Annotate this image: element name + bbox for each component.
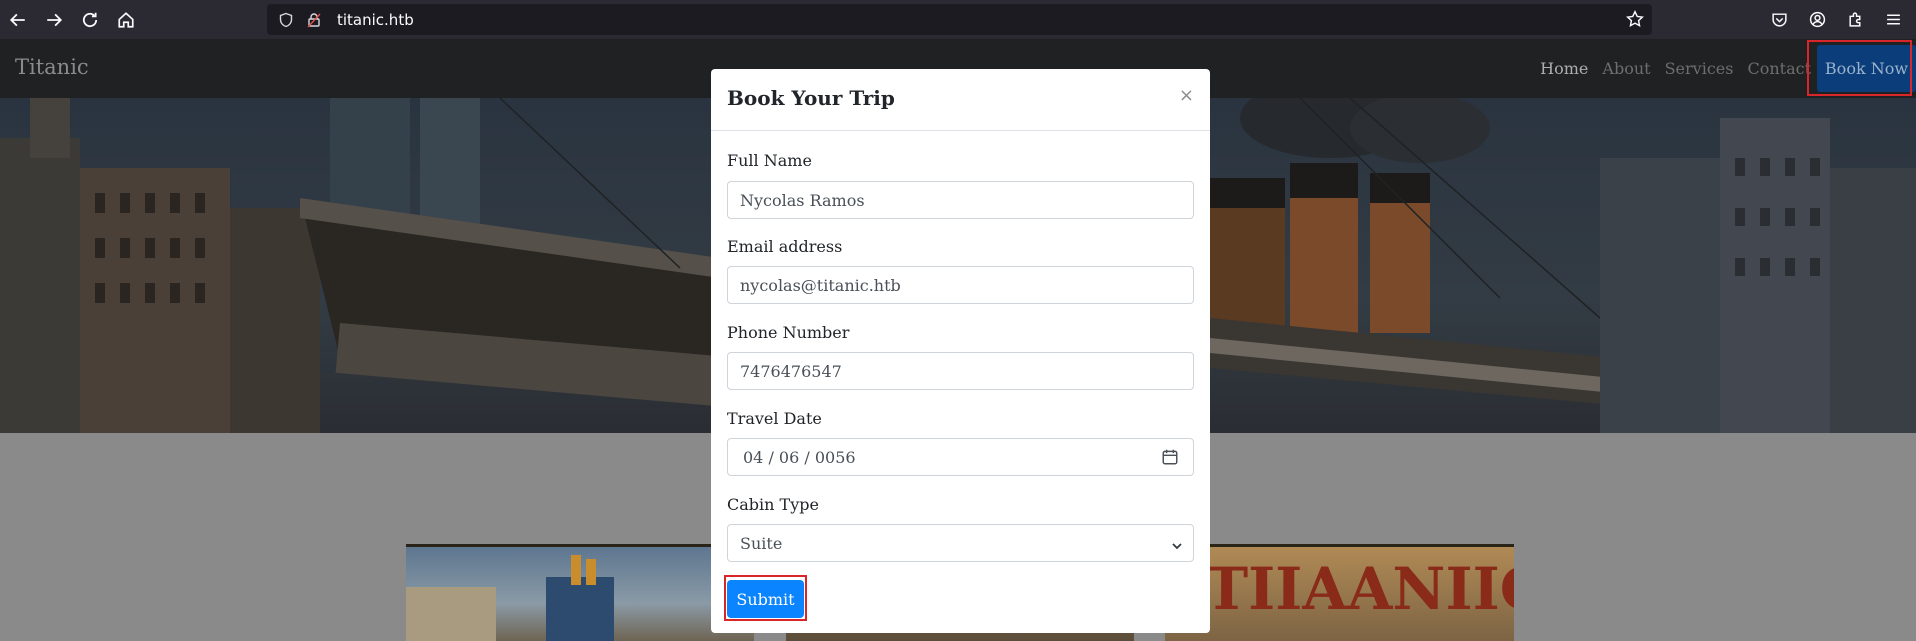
reload-icon	[82, 12, 98, 27]
modal-title: Book Your Trip	[727, 86, 895, 110]
extensions-button[interactable]	[1840, 5, 1870, 35]
full-name-label: Full Name	[727, 151, 812, 170]
forward-icon	[47, 13, 63, 26]
phone-value: 7476476547	[740, 361, 842, 381]
email-label: Email address	[727, 237, 843, 256]
lock-icon[interactable]	[305, 11, 323, 29]
shield-icon[interactable]	[277, 11, 295, 29]
travel-date-label: Travel Date	[727, 409, 822, 428]
email-input[interactable]: nycolas@titanic.htb	[727, 266, 1194, 304]
nav-links: Home About Services Contact Book Now	[1540, 39, 1916, 98]
phone-label: Phone Number	[727, 323, 850, 342]
nav-link-contact[interactable]: Contact	[1747, 59, 1811, 78]
calendar-icon[interactable]	[1161, 448, 1179, 466]
travel-date-input[interactable]: 04 / 06 / 0056	[727, 438, 1194, 476]
full-name-value: Nycolas Ramos	[740, 190, 865, 210]
back-button[interactable]	[0, 0, 36, 39]
cabin-type-value: Suite	[740, 533, 783, 553]
home-button[interactable]	[108, 0, 144, 39]
back-icon	[9, 13, 25, 26]
home-icon	[118, 11, 134, 28]
booking-modal: Book Your Trip × Full Name Nycolas Ramos…	[711, 69, 1210, 633]
cabin-type-select[interactable]: Suite	[727, 524, 1194, 562]
cabin-type-label: Cabin Type	[727, 495, 819, 514]
pocket-button[interactable]	[1764, 5, 1794, 35]
forward-button[interactable]	[36, 0, 72, 39]
menu-button[interactable]	[1878, 5, 1908, 35]
browser-toolbar: titanic.htb	[0, 0, 1916, 39]
close-icon[interactable]: ×	[1179, 85, 1194, 106]
account-icon	[1809, 11, 1825, 28]
phone-input[interactable]: 7476476547	[727, 352, 1194, 390]
chevron-down-icon	[1171, 537, 1183, 550]
url-text[interactable]: titanic.htb	[337, 11, 414, 29]
book-now-button[interactable]: Book Now	[1817, 45, 1916, 92]
nav-link-about[interactable]: About	[1602, 59, 1650, 78]
menu-icon	[1886, 14, 1900, 25]
nav-link-home[interactable]: Home	[1540, 59, 1588, 78]
extensions-icon	[1848, 12, 1860, 27]
star-icon[interactable]	[1626, 9, 1644, 28]
svg-text:TIIAANIIC: TIIAANIIC	[1205, 555, 1514, 623]
travel-date-value: 04 / 06 / 0056	[743, 447, 856, 467]
full-name-input[interactable]: Nycolas Ramos	[727, 181, 1194, 219]
modal-header: Book Your Trip ×	[711, 69, 1210, 131]
account-button[interactable]	[1802, 5, 1832, 35]
pocket-icon	[1771, 13, 1787, 27]
reload-button[interactable]	[72, 0, 108, 39]
service-card-image-3: TIIAANIIC	[1165, 544, 1514, 641]
site-brand[interactable]: Titanic	[15, 55, 89, 79]
submit-button[interactable]: Submit	[727, 580, 804, 618]
nav-link-services[interactable]: Services	[1665, 59, 1734, 78]
service-card-image-1	[406, 544, 754, 641]
email-value: nycolas@titanic.htb	[740, 275, 901, 295]
url-bar[interactable]: titanic.htb	[267, 4, 1652, 35]
